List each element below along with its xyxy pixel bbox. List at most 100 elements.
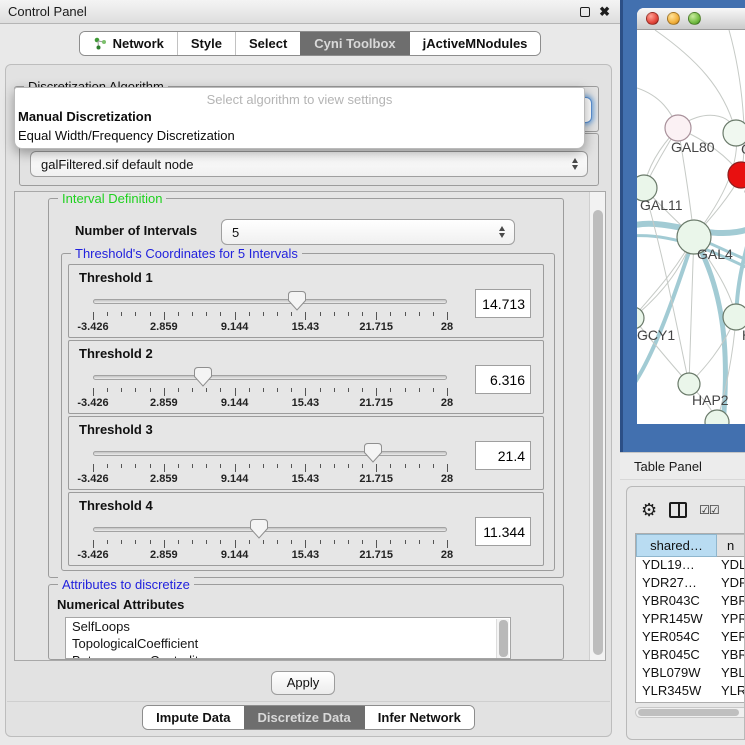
minimize-traffic-light-icon[interactable]: [667, 12, 680, 25]
cell-name[interactable]: YBR0: [717, 647, 745, 665]
cell-name[interactable]: YDR2: [717, 575, 745, 593]
node-label: GCY1: [637, 327, 675, 343]
network-node-c[interactable]: [728, 162, 745, 188]
threshold-value-field[interactable]: [475, 289, 531, 318]
slider-track[interactable]: [93, 375, 447, 380]
slider-scale-labels: -3.4262.8599.14415.4321.71528: [93, 549, 447, 562]
cell-name[interactable]: YDL1: [717, 557, 745, 575]
tab-jactivemnodules[interactable]: jActiveMNodules: [409, 32, 541, 55]
tab-label: jActiveMNodules: [423, 36, 528, 51]
pane-vertical-scrollbar[interactable]: [589, 192, 605, 660]
cyni-toolbox-panel: Discretization Algorithm Select algorith…: [5, 64, 612, 737]
cell-shared-name[interactable]: YDL19…: [636, 557, 717, 575]
threshold-value-field[interactable]: [475, 517, 531, 546]
slider-track[interactable]: [93, 299, 447, 304]
zoom-traffic-light-icon[interactable]: [688, 12, 701, 25]
node-table[interactable]: shared… n YDL19…YDL1YDR27…YDR2YBR043CYBR…: [635, 533, 745, 703]
bottom-tab-impute-data[interactable]: Impute Data: [143, 706, 243, 729]
threshold-box-3: Threshold 3-3.4262.8599.14415.4321.71528: [68, 416, 544, 490]
table-horizontal-scrollbar[interactable]: [635, 707, 745, 718]
slider-ticks: [93, 388, 447, 396]
cell-shared-name[interactable]: YBL079W: [636, 665, 717, 683]
stepper-icon: [499, 226, 505, 238]
threshold-value-field[interactable]: [475, 365, 531, 394]
tab-select[interactable]: Select: [235, 32, 300, 55]
threshold-coordinates-group: Threshold's Coordinates for 5 Intervals …: [61, 253, 555, 571]
table-panel: ⚙ ☑☑ shared… n YDL19…YDL1YDR27…YDR2YBR04…: [626, 486, 745, 740]
bottom-tab-discretize-data[interactable]: Discretize Data: [244, 706, 364, 729]
cell-name[interactable]: YBR0: [717, 593, 745, 611]
attribute-item-selfloops[interactable]: SelfLoops: [66, 618, 510, 635]
divider: [7, 701, 610, 702]
cell-shared-name[interactable]: YBR043C: [636, 593, 717, 611]
slider-track[interactable]: [93, 527, 447, 532]
threshold-value-field[interactable]: [475, 441, 531, 470]
split-columns-icon[interactable]: [669, 502, 687, 518]
attributes-list-scrollbar[interactable]: [496, 619, 509, 659]
slider-ticks: [93, 312, 447, 320]
number-of-intervals-label: Number of Intervals: [75, 223, 197, 238]
table-row[interactable]: YPR145WYPR1: [636, 611, 745, 629]
cell-shared-name[interactable]: YER054C: [636, 629, 717, 647]
attribute-item-betweennesscentrality[interactable]: BetweennessCentrality: [66, 652, 510, 659]
slider-scale-labels: -3.4262.8599.14415.4321.71528: [93, 473, 447, 486]
tab-label: Cyni Toolbox: [314, 36, 395, 51]
attribute-item-topologicalcoefficient[interactable]: TopologicalCoefficient: [66, 635, 510, 652]
network-icon: [93, 36, 108, 51]
apply-button[interactable]: Apply: [271, 671, 335, 695]
threshold-label: Threshold 1: [79, 270, 153, 285]
tab-cyni-toolbox[interactable]: Cyni Toolbox: [300, 32, 408, 55]
tab-network[interactable]: Network: [80, 32, 177, 55]
cell-shared-name[interactable]: YLR345W: [636, 683, 717, 701]
numerical-attributes-list[interactable]: SelfLoopsTopologicalCoefficientBetweenne…: [65, 617, 511, 659]
threshold-box-1: Threshold 1-3.4262.8599.14415.4321.71528: [68, 264, 544, 338]
cell-name[interactable]: YLR3: [717, 683, 745, 701]
tab-style[interactable]: Style: [177, 32, 235, 55]
interval-definition-group: Interval Definition Number of Intervals …: [48, 198, 564, 578]
cell-shared-name[interactable]: YIL052C: [636, 701, 717, 703]
bottom-tab-label: Impute Data: [156, 710, 230, 725]
table-data-combo[interactable]: galFiltered.sif default node: [30, 151, 588, 177]
cell-shared-name[interactable]: YPR145W: [636, 611, 717, 629]
number-of-intervals-combo[interactable]: 5: [221, 219, 515, 245]
stepper-icon: [572, 158, 578, 170]
float-window-icon[interactable]: [580, 7, 590, 17]
table-row[interactable]: YLR345WYLR3: [636, 683, 745, 701]
cell-shared-name[interactable]: YBR045C: [636, 647, 717, 665]
network-canvas[interactable]: GAL80GACGAL11GAL4GCY1HHAP2: [637, 30, 745, 424]
threshold-box-2: Threshold 2-3.4262.8599.14415.4321.71528: [68, 340, 544, 414]
cell-name[interactable]: YIL0: [717, 701, 745, 703]
table-row[interactable]: YDL19…YDL1: [636, 557, 745, 575]
slider-track[interactable]: [93, 451, 447, 456]
node-label: GA: [741, 141, 745, 157]
column-header-shared-name[interactable]: shared…: [636, 534, 717, 557]
network-node-gal80[interactable]: [665, 115, 691, 141]
gear-icon[interactable]: ⚙: [641, 501, 657, 519]
network-node-gcy1[interactable]: [637, 307, 644, 329]
cell-name[interactable]: YER0: [717, 629, 745, 647]
table-row[interactable]: YBR043CYBR0: [636, 593, 745, 611]
algorithm-hint-option[interactable]: Select algorithm to view settings: [15, 92, 584, 107]
table-row[interactable]: YIL052CYIL0: [636, 701, 745, 703]
close-icon[interactable]: ✖: [599, 7, 610, 17]
table-row[interactable]: YBL079WYBL0: [636, 665, 745, 683]
table-panel-title: Table Panel: [634, 459, 702, 474]
bottom-tab-label: Infer Network: [378, 710, 461, 725]
checkbox-icons[interactable]: ☑☑: [699, 503, 719, 517]
table-row[interactable]: YBR045CYBR0: [636, 647, 745, 665]
column-header-name[interactable]: n: [717, 534, 745, 557]
algorithm-option-manual[interactable]: Manual Discretization: [15, 107, 584, 126]
cell-shared-name[interactable]: YDR27…: [636, 575, 717, 593]
threshold-box-4: Threshold 4-3.4262.8599.14415.4321.71528: [68, 492, 544, 566]
table-row[interactable]: YER054CYER0: [636, 629, 745, 647]
algorithm-option-equal-width[interactable]: Equal Width/Frequency Discretization: [15, 126, 584, 145]
tab-label: Select: [249, 36, 287, 51]
cell-name[interactable]: YPR1: [717, 611, 745, 629]
panel-title: Control Panel: [8, 4, 87, 19]
close-traffic-light-icon[interactable]: [646, 12, 659, 25]
slider-ticks: [93, 464, 447, 472]
bottom-tab-infer-network[interactable]: Infer Network: [364, 706, 474, 729]
cell-name[interactable]: YBL0: [717, 665, 745, 683]
control-panel-titlebar: Control Panel ✖: [0, 0, 620, 24]
table-row[interactable]: YDR27…YDR2: [636, 575, 745, 593]
